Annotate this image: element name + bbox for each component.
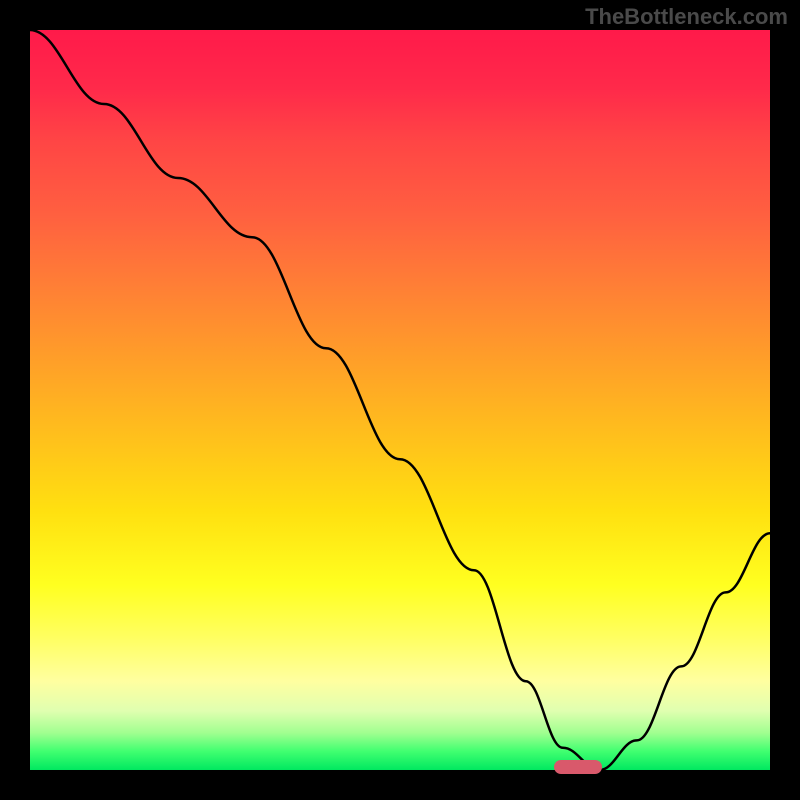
chart-area — [30, 30, 770, 770]
optimal-marker — [554, 760, 602, 774]
watermark-text: TheBottleneck.com — [585, 4, 788, 30]
bottleneck-curve — [30, 30, 770, 770]
